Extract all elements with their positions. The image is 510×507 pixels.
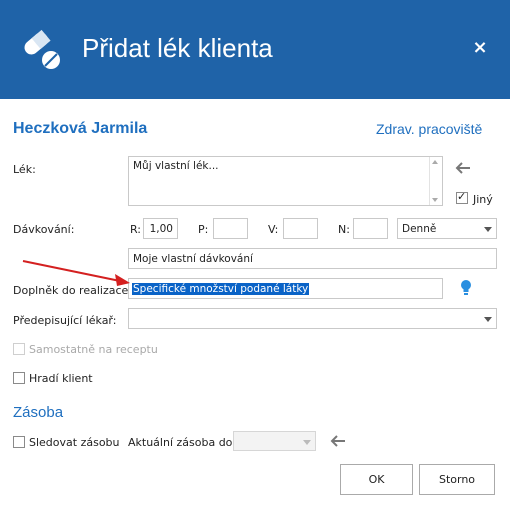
- pills-icon: [24, 29, 60, 69]
- dosage-label: Dávkování:: [13, 223, 75, 236]
- custom-dosage-value: Moje vlastní dávkování: [133, 253, 253, 265]
- dose-r-input[interactable]: 1,00: [143, 218, 178, 239]
- other-label: Jiný: [473, 193, 493, 206]
- chevron-down-icon: [484, 227, 492, 232]
- current-stock-label: Aktuální zásoba do:: [128, 436, 237, 449]
- patient-name: Heczková Jarmila: [13, 120, 148, 137]
- chevron-down-icon: [303, 440, 311, 445]
- chevron-down-icon: [484, 317, 492, 322]
- medication-label: Lék:: [13, 163, 36, 176]
- track-stock-label: Sledovat zásobu: [29, 436, 120, 449]
- separately-label: Samostatně na receptu: [29, 343, 158, 356]
- scroll-down-icon[interactable]: [432, 198, 438, 202]
- close-button[interactable]: ×: [470, 38, 490, 58]
- custom-dosage-input[interactable]: Moje vlastní dávkování: [128, 248, 497, 269]
- cancel-button[interactable]: Storno: [419, 464, 495, 495]
- dose-v-input[interactable]: [283, 218, 318, 239]
- prescriber-select[interactable]: [128, 308, 497, 329]
- prescriber-label: Předepisující lékař:: [13, 314, 117, 327]
- separately-checkbox[interactable]: [13, 343, 25, 355]
- other-checkbox[interactable]: [456, 190, 468, 204]
- current-stock-select[interactable]: [233, 431, 316, 451]
- back-arrow-icon[interactable]: [455, 162, 471, 174]
- medication-textarea[interactable]: Můj vlastní lék...: [128, 156, 443, 206]
- client-pays-label: Hradí klient: [29, 372, 93, 385]
- client-pays-checkbox[interactable]: [13, 372, 25, 384]
- dose-p-input[interactable]: [213, 218, 248, 239]
- supplement-input[interactable]: Specifické množství podané látky: [128, 278, 443, 299]
- dose-r-value: 1,00: [149, 223, 173, 235]
- dose-n-input[interactable]: [353, 218, 388, 239]
- dose-r-label: R:: [130, 223, 142, 236]
- medication-value: Můj vlastní lék...: [133, 160, 219, 172]
- medication-scrollbar[interactable]: [429, 157, 442, 205]
- dose-v-label: V:: [268, 223, 279, 236]
- frequency-value: Denně: [402, 223, 437, 235]
- back-arrow-icon[interactable]: [330, 435, 346, 447]
- lightbulb-icon[interactable]: [460, 279, 472, 297]
- supplement-value: Specifické množství podané látky: [132, 283, 310, 295]
- dialog-title: Přidat lék klienta: [82, 33, 273, 63]
- frequency-select[interactable]: Denně: [397, 218, 497, 239]
- ok-button[interactable]: OK: [340, 464, 413, 495]
- dialog-titlebar: Přidat lék klienta ×: [0, 0, 510, 99]
- stock-heading: Zásoba: [13, 404, 64, 421]
- track-stock-checkbox[interactable]: [13, 436, 25, 448]
- dose-n-label: N:: [338, 223, 350, 236]
- annotation-arrow: [22, 260, 130, 286]
- dose-p-label: P:: [198, 223, 209, 236]
- scroll-up-icon[interactable]: [432, 160, 438, 164]
- workplace-link[interactable]: Zdrav. pracoviště: [376, 121, 482, 137]
- supplement-value-wrap: Specifické množství podané látky: [132, 283, 310, 295]
